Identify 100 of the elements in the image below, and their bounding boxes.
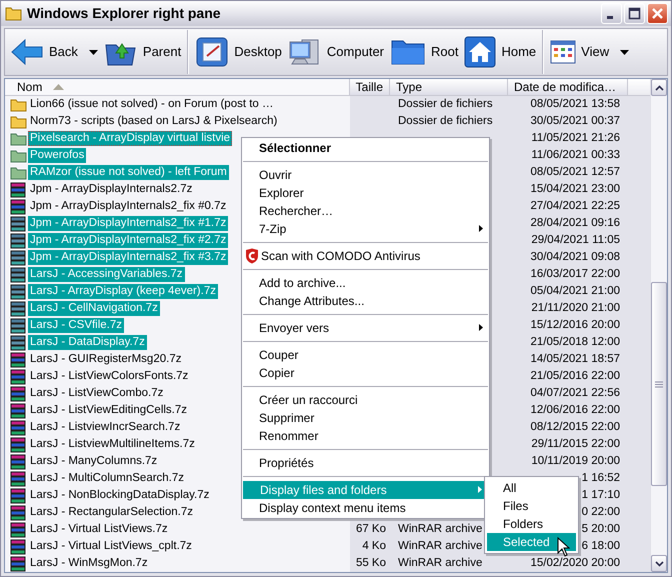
menu-item[interactable]: Change Attributes... [242, 292, 489, 310]
menu-item[interactable]: Sélectionner [242, 139, 489, 157]
menu-item[interactable]: Scan with COMODO Antivirus [242, 247, 489, 265]
column-header[interactable]: Type [390, 79, 508, 95]
grid-icon [550, 40, 576, 64]
submenu-arrow-icon [479, 324, 483, 331]
toolbar-button[interactable]: Desktop [192, 30, 285, 74]
file-date: 11/06/2021 00:33 [531, 148, 621, 163]
toolbar-button[interactable]: Root [387, 30, 462, 74]
file-date: 1 17:10 [582, 488, 621, 503]
archive-icon [10, 522, 27, 538]
archive-icon [10, 386, 27, 402]
toolbar-button[interactable]: Home [461, 30, 540, 74]
file-date: 29/11/2015 22:00 [531, 437, 621, 452]
menu-item[interactable]: Folders [487, 515, 576, 533]
file-date: 08/05/2021 13:58 [530, 97, 621, 112]
archive-icon [10, 488, 27, 504]
toolbar-button[interactable]: Parent [100, 30, 184, 74]
file-date: 15/02/2020 20:00 [530, 556, 621, 571]
archive-icon [10, 250, 27, 266]
archive-icon [10, 368, 27, 384]
archive-icon [10, 284, 27, 300]
archive-icon [10, 300, 27, 316]
archive-icon [10, 454, 27, 470]
archive-icon [10, 538, 27, 554]
file-name[interactable]: LarsJ - ListViewColorsFonts.7z [28, 369, 190, 384]
back-arrow-icon [10, 37, 44, 67]
close-button[interactable] [647, 3, 668, 24]
file-date: 30/04/2021 09:08 [530, 250, 621, 265]
scroll-down-button[interactable] [651, 555, 667, 572]
file-name[interactable]: LarsJ - RectangularSelection.7z [28, 505, 195, 520]
menu-item[interactable]: All [487, 479, 576, 497]
file-date: 14/05/2021 18:57 [530, 352, 621, 367]
file-size: 67 Ko [356, 522, 387, 537]
file-type: Dossier de fichiers [397, 97, 493, 112]
file-date: 21/11/2020 21:00 [531, 301, 621, 316]
minimize-icon [607, 16, 613, 19]
file-size: 4 Ko [362, 539, 387, 554]
file-date: 10/11/2019 20:00 [531, 454, 621, 469]
archive-icon [10, 232, 27, 248]
sort-arrow-icon [53, 84, 64, 90]
file-date: 30/05/2021 00:37 [530, 114, 621, 129]
file-size: 55 Ko [356, 556, 387, 571]
file-date: 21/05/2016 22:00 [530, 369, 621, 384]
scrollbar-thumb[interactable] [651, 282, 667, 486]
file-date: 12/06/2016 22:00 [530, 403, 621, 418]
menu-item[interactable]: Copier [242, 364, 489, 382]
file-date: 0 22:00 [582, 505, 621, 520]
menu-item[interactable]: Explorer [242, 184, 489, 202]
menu-item[interactable]: Propriétés [242, 454, 489, 472]
archive-icon [10, 352, 27, 368]
menu-item[interactable]: Renommer [242, 427, 489, 445]
menu-item[interactable]: Supprimer [242, 409, 489, 427]
file-date: 27/04/2021 22:25 [530, 199, 621, 214]
file-date: 16/03/2017 22:00 [530, 267, 621, 282]
archive-icon [10, 556, 27, 572]
file-date: 6 18:00 [582, 539, 621, 554]
menu-item[interactable]: 7-Zip [242, 220, 489, 238]
toolbar-button[interactable]: Computer [284, 30, 387, 74]
column-header[interactable]: Nom [5, 79, 350, 95]
file-name[interactable]: LarsJ - ManyColumns.7z [28, 454, 160, 469]
archive-icon [10, 420, 27, 436]
file-date: 04/07/2021 22:56 [530, 386, 621, 401]
archive-icon [10, 504, 27, 520]
maximize-button[interactable] [624, 3, 645, 24]
shield-icon [245, 248, 259, 264]
window-title: Windows Explorer right pane [27, 4, 221, 23]
toolbar-button[interactable]: Back [7, 30, 101, 74]
file-date: 08/05/2021 12:57 [530, 165, 621, 180]
file-type: WinRAR archive [397, 556, 482, 571]
column-header[interactable]: Taille [350, 79, 390, 95]
minimize-button[interactable] [601, 3, 622, 24]
file-type: Dossier de fichiers [397, 114, 493, 129]
menu-item[interactable]: Add to archive... [242, 274, 489, 292]
scroll-up-button[interactable] [651, 79, 667, 96]
archive-icon [10, 318, 27, 334]
archive-icon [10, 216, 27, 232]
menu-item[interactable]: Envoyer vers [242, 319, 489, 337]
file-date: 15/04/2021 23:00 [530, 182, 621, 197]
menu-item[interactable]: Rechercher… [242, 202, 489, 220]
file-date: 21/05/2018 12:00 [530, 335, 621, 350]
file-date: 15/12/2016 20:00 [530, 318, 621, 333]
file-type: WinRAR archive [397, 522, 482, 537]
desktop-icon [195, 36, 230, 68]
menu-item[interactable]: Créer un raccourci [242, 391, 489, 409]
maximize-icon [628, 7, 641, 20]
file-date: 28/04/2021 09:16 [530, 216, 621, 231]
file-date: 05/04/2021 21:00 [530, 284, 621, 299]
menu-item[interactable]: Ouvrir [242, 166, 489, 184]
menu-item[interactable]: Files [487, 497, 576, 515]
close-icon [651, 7, 664, 20]
archive-icon [10, 436, 27, 452]
column-header[interactable]: Date de modifica… [508, 79, 628, 95]
submenu-arrow-icon [478, 486, 482, 493]
folder-icon [5, 6, 22, 21]
file-type: WinRAR archive [397, 539, 482, 554]
menu-item[interactable]: Couper [242, 346, 489, 364]
toolbar-button[interactable]: View [547, 30, 632, 74]
caret-icon [620, 50, 630, 54]
caret-icon [88, 50, 98, 54]
